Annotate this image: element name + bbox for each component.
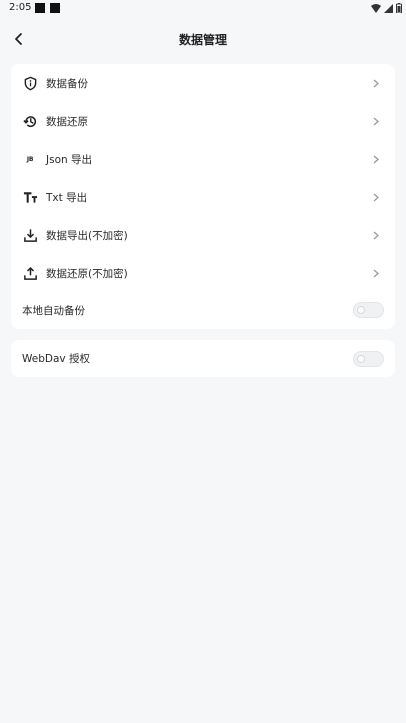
webdav-label: WebDav 授权 bbox=[22, 353, 90, 365]
chevron-right-icon bbox=[371, 154, 381, 164]
menu-item-json-export[interactable]: JB Json 导出 bbox=[11, 140, 395, 178]
wifi-icon bbox=[371, 3, 381, 13]
json-icon-text: JB bbox=[26, 155, 34, 163]
menu-item-label: 数据还原(不加密) bbox=[46, 267, 128, 280]
download-icon bbox=[22, 227, 38, 243]
menu-item-txt-export[interactable]: Txt 导出 bbox=[11, 178, 395, 216]
menu-item-label: 数据还原 bbox=[46, 115, 88, 128]
notification-icon bbox=[35, 3, 45, 13]
auto-backup-row: 本地自动备份 bbox=[11, 291, 395, 329]
status-bar: 2:05 bbox=[0, 0, 406, 18]
menu-item-label: 数据导出(不加密) bbox=[46, 229, 128, 242]
menu-item-data-backup[interactable]: 数据备份 bbox=[11, 64, 395, 102]
webdav-row: WebDav 授权 bbox=[11, 340, 395, 377]
chevron-right-icon bbox=[371, 78, 381, 88]
chevron-right-icon bbox=[371, 116, 381, 126]
menu-item-export-unencrypted[interactable]: 数据导出(不加密) bbox=[11, 216, 395, 254]
webdav-toggle[interactable] bbox=[353, 350, 384, 367]
toggle-knob bbox=[357, 354, 365, 363]
menu-item-label: Json 导出 bbox=[46, 153, 92, 166]
data-management-card: 数据备份 数据还原 JB Json 导出 Txt 导出 数据导出(不加密) 数据… bbox=[11, 64, 395, 329]
status-icons bbox=[371, 3, 402, 13]
shield-info-icon bbox=[22, 75, 38, 91]
chevron-right-icon bbox=[371, 192, 381, 202]
signal-icon bbox=[384, 3, 393, 13]
history-icon bbox=[22, 113, 38, 129]
notification-icon bbox=[50, 3, 60, 13]
menu-item-restore-unencrypted[interactable]: 数据还原(不加密) bbox=[11, 254, 395, 292]
status-time: 2:05 bbox=[9, 2, 32, 13]
auto-backup-label: 本地自动备份 bbox=[22, 304, 85, 317]
app-header: 数据管理 bbox=[0, 22, 406, 56]
chevron-right-icon bbox=[371, 230, 381, 240]
auto-backup-toggle[interactable] bbox=[353, 302, 384, 318]
menu-item-data-restore[interactable]: 数据还原 bbox=[11, 102, 395, 140]
toggle-knob bbox=[357, 306, 365, 314]
battery-icon bbox=[396, 3, 402, 13]
menu-item-label: 数据备份 bbox=[46, 77, 88, 90]
chevron-right-icon bbox=[371, 268, 381, 278]
webdav-card: WebDav 授权 bbox=[11, 340, 395, 377]
page-title: 数据管理 bbox=[178, 33, 227, 47]
json-icon: JB bbox=[22, 151, 38, 167]
menu-item-label: Txt 导出 bbox=[46, 191, 88, 204]
text-format-icon bbox=[22, 189, 38, 205]
upload-icon bbox=[22, 265, 38, 281]
